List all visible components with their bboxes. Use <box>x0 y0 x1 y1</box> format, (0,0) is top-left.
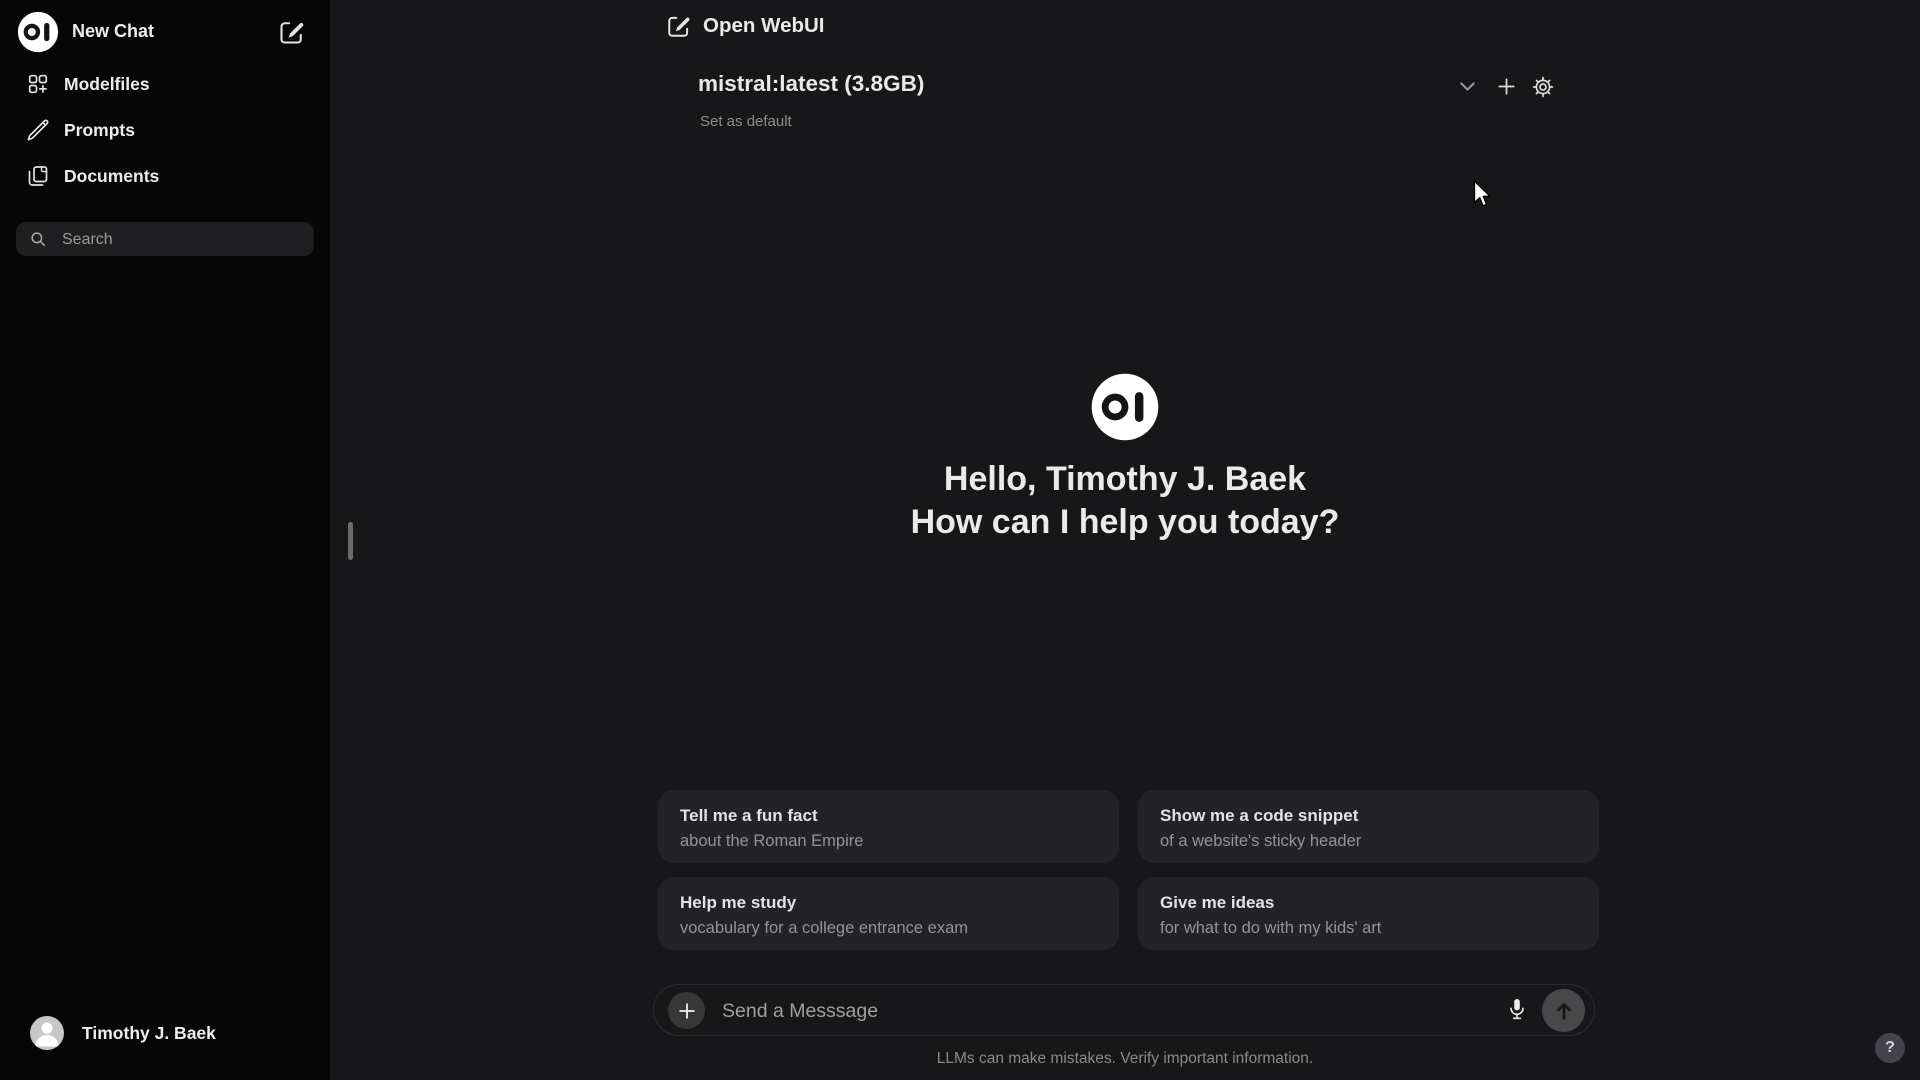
disclaimer-text: LLMs can make mistakes. Verify important… <box>936 1050 1314 1067</box>
greeting-line1: Hello, Timothy J. Baek <box>943 460 1307 498</box>
squares-plus-icon <box>26 72 50 96</box>
suggestion-subtitle: vocabulary for a college entrance exam <box>680 919 968 937</box>
suggestion-title: Help me study <box>680 893 797 912</box>
header-new-chat-icon[interactable] <box>666 13 692 39</box>
greeting: Hello, Timothy J. Baek How can I help yo… <box>330 458 1920 544</box>
sidebar-item-label: Prompts <box>64 120 135 140</box>
suggestion-subtitle: for what to do with my kids' art <box>1160 919 1382 937</box>
user-name: Timothy J. Baek <box>82 1023 216 1043</box>
documents-icon <box>26 164 50 188</box>
user-menu-button[interactable]: Timothy J. Baek <box>16 1008 314 1058</box>
message-composer <box>653 984 1595 1036</box>
suggestion-title: Give me ideas <box>1160 893 1275 912</box>
new-chat-button[interactable]: New Chat <box>0 8 330 56</box>
pencil-icon <box>26 118 50 142</box>
suggestion-card[interactable]: Give me ideas for what to do with my kid… <box>1138 877 1599 950</box>
sidebar-search[interactable] <box>16 222 314 258</box>
suggestion-title: Tell me a fun fact <box>680 806 818 825</box>
send-button[interactable] <box>1542 989 1585 1032</box>
suggestion-card[interactable]: Help me study vocabulary for a college e… <box>658 877 1119 950</box>
sidebar-item-label: Documents <box>64 166 160 186</box>
add-model-button[interactable] <box>1495 75 1518 98</box>
sidebar-item-documents[interactable]: Documents <box>16 155 314 197</box>
open-webui-window: New Chat Modelfiles Prompts Documents Se… <box>0 0 1920 1080</box>
open-webui-logo-icon <box>1091 373 1159 441</box>
attach-button[interactable] <box>668 992 705 1029</box>
suggestion-cards: Tell me a fun fact about the Roman Empir… <box>658 790 1599 950</box>
microphone-icon[interactable] <box>1505 994 1529 1027</box>
sidebar-item-prompts[interactable]: Prompts <box>16 109 314 151</box>
model-selector[interactable]: mistral:latest (3.8GB) <box>698 71 924 97</box>
suggestion-card[interactable]: Tell me a fun fact about the Roman Empir… <box>658 790 1119 863</box>
mouse-cursor <box>1473 180 1496 211</box>
message-input[interactable] <box>720 986 1494 1036</box>
chevron-down-icon[interactable] <box>1456 75 1479 98</box>
sidebar: New Chat Modelfiles Prompts Documents Se… <box>0 0 330 1080</box>
open-webui-logo-icon <box>17 11 59 53</box>
sidebar-item-label: Modelfiles <box>64 74 150 94</box>
sidebar-item-modelfiles[interactable]: Modelfiles <box>16 63 314 105</box>
set-as-default-button[interactable]: Set as default <box>700 113 792 130</box>
suggestion-card[interactable]: Show me a code snippet of a website's st… <box>1138 790 1599 863</box>
suggestion-subtitle: about the Roman Empire <box>680 832 864 850</box>
page-title: Open WebUI <box>703 14 825 37</box>
help-button[interactable]: ? <box>1875 1033 1905 1063</box>
new-chat-label: New Chat <box>72 21 155 41</box>
suggestion-subtitle: of a website's sticky header <box>1160 832 1362 850</box>
search-input[interactable] <box>60 222 304 258</box>
search-icon <box>29 230 47 248</box>
greeting-line2: How can I help you today? <box>910 503 1340 541</box>
suggestion-title: Show me a code snippet <box>1160 806 1359 825</box>
new-chat-edit-icon[interactable] <box>278 18 306 46</box>
avatar <box>30 1016 64 1050</box>
gear-icon[interactable] <box>1531 75 1555 99</box>
